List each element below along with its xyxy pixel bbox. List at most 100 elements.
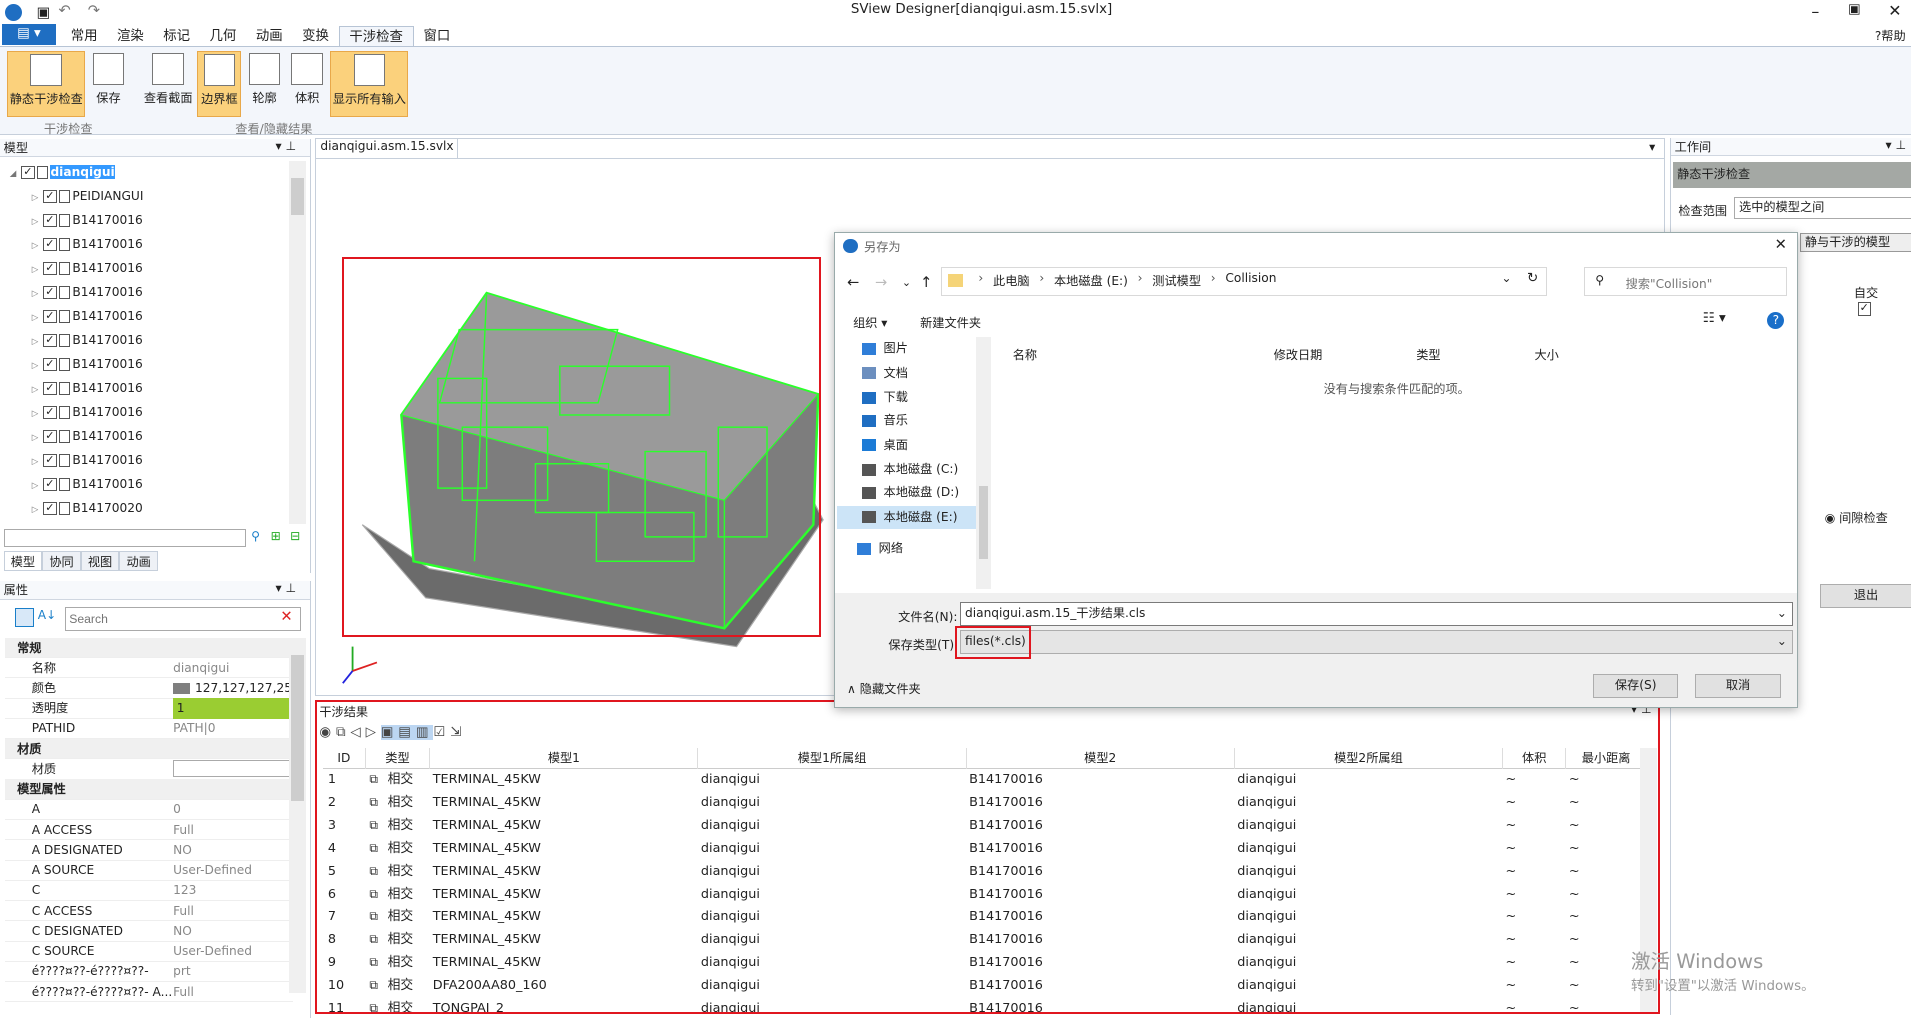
ribbon-button-1[interactable]: 保存 [90, 51, 127, 117]
tree-expander-icon[interactable]: ▷ [32, 193, 39, 203]
tree-item[interactable]: ▷ ✓ B14170016 [5, 401, 293, 424]
app-menu-button[interactable]: ▤ ▾ [2, 24, 57, 46]
new-folder-button[interactable]: 新建文件夹 [920, 313, 981, 331]
back-icon[interactable]: ← [847, 274, 859, 291]
tree-scrollbar[interactable] [288, 160, 306, 525]
sort-az-icon[interactable]: A↓ [38, 608, 57, 622]
tree-item[interactable]: ▷ ✓ B14170016 [5, 425, 293, 448]
filename-input[interactable]: dianqigui.asm.15_干涉结果.cls ⌄ [960, 601, 1793, 627]
tree-expander-icon[interactable]: ▷ [32, 385, 39, 395]
nav-item[interactable]: 图片 [861, 337, 908, 360]
filter-search-icon[interactable]: ⚲ [251, 529, 260, 543]
property-value[interactable]: 0 [173, 799, 181, 820]
file-column-0[interactable]: 名称 [1013, 345, 1037, 363]
tree-expander-icon[interactable]: ▷ [32, 241, 39, 251]
partial-button[interactable]: 静与干涉的模型 [1800, 232, 1911, 253]
property-value[interactable]: 123 [173, 880, 196, 901]
property-section[interactable]: 常规 [4, 637, 293, 659]
ribbon-button-6[interactable]: 显示所有输入 [330, 50, 409, 117]
file-column-2[interactable]: 类型 [1416, 345, 1440, 363]
organize-button[interactable]: 组织 ▾ [853, 313, 887, 331]
property-value[interactable]: dianqigui [173, 658, 229, 679]
tree-checkbox[interactable]: ✓ [21, 165, 35, 180]
property-value[interactable]: prt [173, 961, 191, 982]
ribbon-button-4[interactable]: 轮廓 [245, 51, 284, 117]
expand-all-icon[interactable]: ⊞ [271, 529, 281, 543]
tree-filter-input[interactable] [3, 529, 247, 548]
tree-checkbox[interactable]: ✓ [43, 429, 57, 444]
tree-expander-icon[interactable]: ▷ [32, 457, 39, 467]
tree-item[interactable]: ▷ ✓ B14170016 [5, 329, 293, 352]
tree-expander-icon[interactable]: ▷ [32, 361, 39, 371]
tree-expander-icon[interactable]: ▷ [32, 337, 39, 347]
breadcrumb-item[interactable]: 测试模型 [1152, 271, 1201, 289]
dialog-close-button[interactable]: ✕ [1775, 236, 1787, 253]
recent-icon[interactable]: ⌄ [902, 276, 911, 289]
file-column-3[interactable]: 大小 [1534, 345, 1558, 363]
model-tab-3[interactable]: 动画 [119, 550, 158, 571]
tab-7[interactable]: 窗口 [414, 26, 460, 48]
collapse-all-icon[interactable]: ⊟ [290, 529, 300, 543]
tree-item[interactable]: ▷ ✓ B14170016 [5, 449, 293, 472]
address-bar[interactable]: › 此电脑 › 本地磁盘 (E:) › 测试模型 › Collision ⌄ ↻ [940, 266, 1547, 296]
restore-button[interactable]: ▣ [1848, 2, 1861, 17]
gap-check-radio[interactable]: ◉ 间隙检查 [1825, 508, 1888, 526]
tree-checkbox[interactable]: ✓ [43, 189, 57, 204]
exit-button[interactable]: 退出 [1819, 583, 1911, 608]
help-icon[interactable]: ? [1767, 311, 1785, 329]
filetype-select[interactable]: files(*.cls) ⌄ [960, 630, 1793, 655]
tab-1[interactable]: 渲染 [107, 26, 153, 48]
property-value[interactable]: Full [173, 820, 194, 841]
panel-pin-icon[interactable]: ▾ ⊥ [275, 139, 296, 153]
tree-checkbox[interactable]: ✓ [43, 309, 57, 324]
property-value[interactable]: Full [173, 982, 194, 1003]
property-value[interactable]: User-Defined [173, 860, 252, 881]
tree-checkbox[interactable]: ✓ [43, 477, 57, 492]
tree-checkbox[interactable]: ✓ [43, 381, 57, 396]
save-button[interactable]: 保存(S) [1592, 673, 1679, 698]
tree-item[interactable]: ▷ ✓ B14170016 [5, 281, 293, 304]
tree-item[interactable]: ▷ ✓ B14170016 [5, 305, 293, 328]
hide-folders-toggle[interactable]: ∧ 隐藏文件夹 [847, 679, 921, 697]
nav-item[interactable]: 网络 [856, 537, 903, 560]
tab-3[interactable]: 几何 [200, 26, 246, 48]
tree-item[interactable]: ▷ ✓ B14170016 [5, 353, 293, 376]
model-tab-1[interactable]: 协同 [42, 550, 81, 571]
tree-checkbox[interactable]: ✓ [43, 237, 57, 252]
tree-expander-icon[interactable]: ▷ [32, 313, 39, 323]
ribbon-button-0[interactable]: 静态干涉检查 [7, 50, 86, 117]
model-tab-2[interactable]: 视图 [80, 550, 120, 571]
view-options-icon[interactable]: ☷ ▾ [1703, 311, 1726, 326]
nav-item[interactable]: 桌面 [861, 434, 908, 457]
tree-expander-icon[interactable]: ▷ [32, 433, 39, 443]
tree-checkbox[interactable]: ✓ [43, 453, 57, 468]
property-value[interactable]: 1 [173, 698, 291, 719]
ribbon-button-2[interactable]: 查看截面 [144, 51, 193, 117]
nav-scrollbar[interactable] [976, 337, 991, 589]
properties-pin-icon[interactable]: ▾ ⊥ [275, 581, 296, 595]
qat-save-icon[interactable]: ▣ [37, 4, 51, 21]
tab-6[interactable]: 干涉检查 [338, 25, 414, 48]
breadcrumb-item[interactable]: 此电脑 [993, 271, 1030, 289]
property-section[interactable]: 模型属性 [4, 779, 293, 800]
self-intersect-checkbox[interactable]: ✓ [1857, 302, 1871, 316]
tree-item[interactable]: ▷ ✓ B14170020 [5, 497, 293, 520]
workspace-pin-icon[interactable]: ▾ ⊥ [1886, 138, 1907, 152]
tree-checkbox[interactable]: ✓ [43, 213, 57, 228]
cancel-button[interactable]: 取消 [1695, 673, 1781, 698]
up-icon[interactable]: ↑ [920, 274, 932, 291]
tree-item[interactable]: ▷ ✓ B14170016 [5, 233, 293, 256]
tree-item[interactable]: ▷ ✓ B14170016 [5, 209, 293, 232]
tree-item[interactable]: ▷ ✓ B14170016 [5, 257, 293, 280]
nav-item[interactable]: 音乐 [861, 409, 908, 432]
clear-search-icon[interactable]: ✕ [280, 608, 292, 625]
tree-item[interactable]: ▷ ✓ B14170016 [5, 473, 293, 496]
tree-checkbox[interactable]: ✓ [43, 261, 57, 276]
nav-item[interactable]: 本地磁盘 (D:) [861, 481, 959, 504]
property-section[interactable]: 材质 [4, 738, 293, 760]
property-value[interactable]: 127,127,127,255 [195, 678, 293, 699]
tree-item[interactable]: ▷ ✓ B14170016 [5, 377, 293, 400]
tree-expander-icon[interactable]: ▷ [32, 505, 39, 515]
address-dropdown-icon[interactable]: ⌄ [1501, 271, 1511, 285]
nav-item[interactable]: 本地磁盘 (C:) [861, 458, 958, 481]
